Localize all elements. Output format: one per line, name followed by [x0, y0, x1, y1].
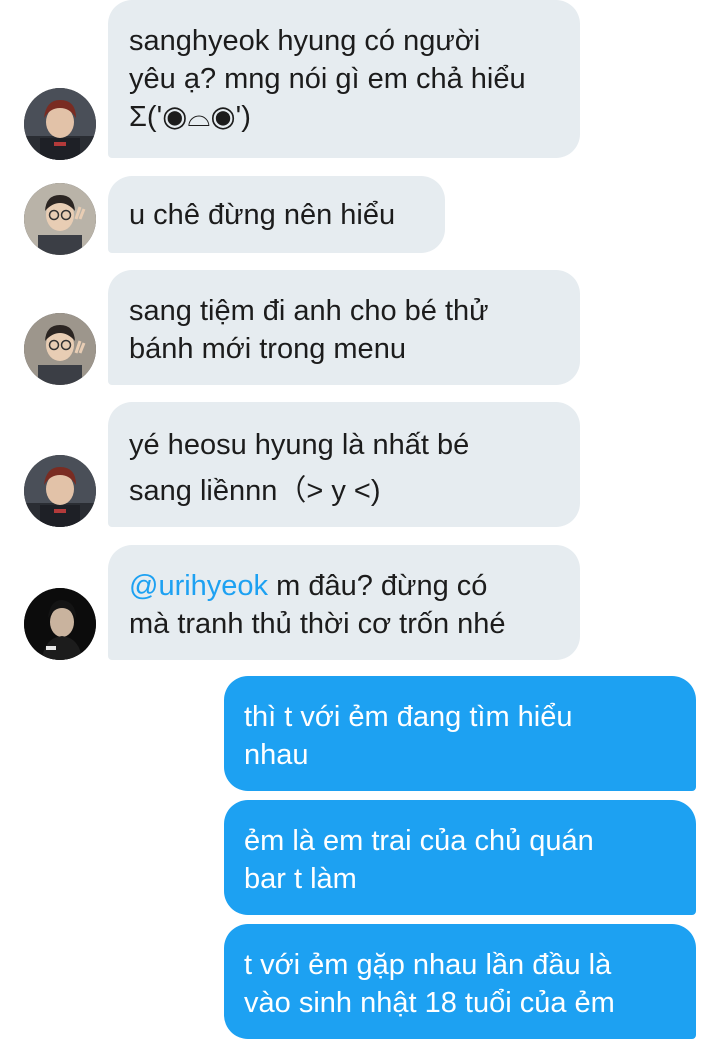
message-text-line: @urihyeok m đâu? đừng có	[129, 567, 558, 605]
mention-link[interactable]: @urihyeok	[129, 570, 268, 602]
message-bubble-incoming[interactable]: @urihyeok m đâu? đừng có mà tranh thủ th…	[108, 545, 580, 660]
message-text: yêu ạ? mng nói gì em chả hiểu	[129, 63, 526, 95]
avatar-glasses-man-peace-sign-icon	[24, 313, 96, 385]
message-text: sanghyeok hyung có người	[129, 25, 481, 57]
avatar-red-hair-man-icon	[24, 88, 96, 160]
message-text: bar t làm	[244, 863, 357, 895]
message-text: sang liềnnn（> y <)	[129, 475, 381, 507]
avatar[interactable]	[24, 455, 96, 527]
avatar-dark-portrait-icon	[24, 588, 96, 660]
message-bubble-incoming[interactable]: yé heosu hyung là nhất bé sang liềnnn（> …	[108, 402, 580, 527]
avatar[interactable]	[24, 183, 96, 255]
message-text: thì t với ẻm đang tìm hiểu	[244, 701, 573, 733]
message-text: yé heosu hyung là nhất bé	[129, 429, 470, 461]
message-bubble-incoming[interactable]: u chê đừng nên hiểu	[108, 176, 445, 253]
message-text: bánh mới trong menu	[129, 333, 406, 365]
message-text: Σ('◉⌓◉')	[129, 101, 251, 133]
message-text: nhau	[244, 739, 309, 771]
message-bubble-outgoing[interactable]: t với ẻm gặp nhau lần đầu là vào sinh nh…	[224, 924, 696, 1039]
message-bubble-outgoing[interactable]: thì t với ẻm đang tìm hiểu nhau	[224, 676, 696, 791]
avatar-red-hair-man-icon	[24, 455, 96, 527]
message-bubble-incoming[interactable]: sanghyeok hyung có người yêu ạ? mng nói …	[108, 0, 580, 158]
message-text: vào sinh nhật 18 tuổi của ẻm	[244, 987, 615, 1019]
message-text: u chê đừng nên hiểu	[129, 199, 396, 231]
message-text: t với ẻm gặp nhau lần đầu là	[244, 949, 612, 981]
message-text: mà tranh thủ thời cơ trốn nhé	[129, 608, 506, 640]
message-text: sang tiệm đi anh cho bé thử	[129, 295, 489, 327]
avatar-glasses-man-peace-sign-icon	[24, 183, 96, 255]
message-bubble-outgoing[interactable]: ẻm là em trai của chủ quán bar t làm	[224, 800, 696, 915]
message-bubble-incoming[interactable]: sang tiệm đi anh cho bé thử bánh mới tro…	[108, 270, 580, 385]
avatar[interactable]	[24, 313, 96, 385]
avatar[interactable]	[24, 588, 96, 660]
message-text: ẻm là em trai của chủ quán	[244, 825, 594, 857]
message-thread[interactable]: sanghyeok hyung có người yêu ạ? mng nói …	[0, 0, 719, 1048]
message-text: m đâu? đừng có	[276, 570, 488, 602]
avatar[interactable]	[24, 88, 96, 160]
